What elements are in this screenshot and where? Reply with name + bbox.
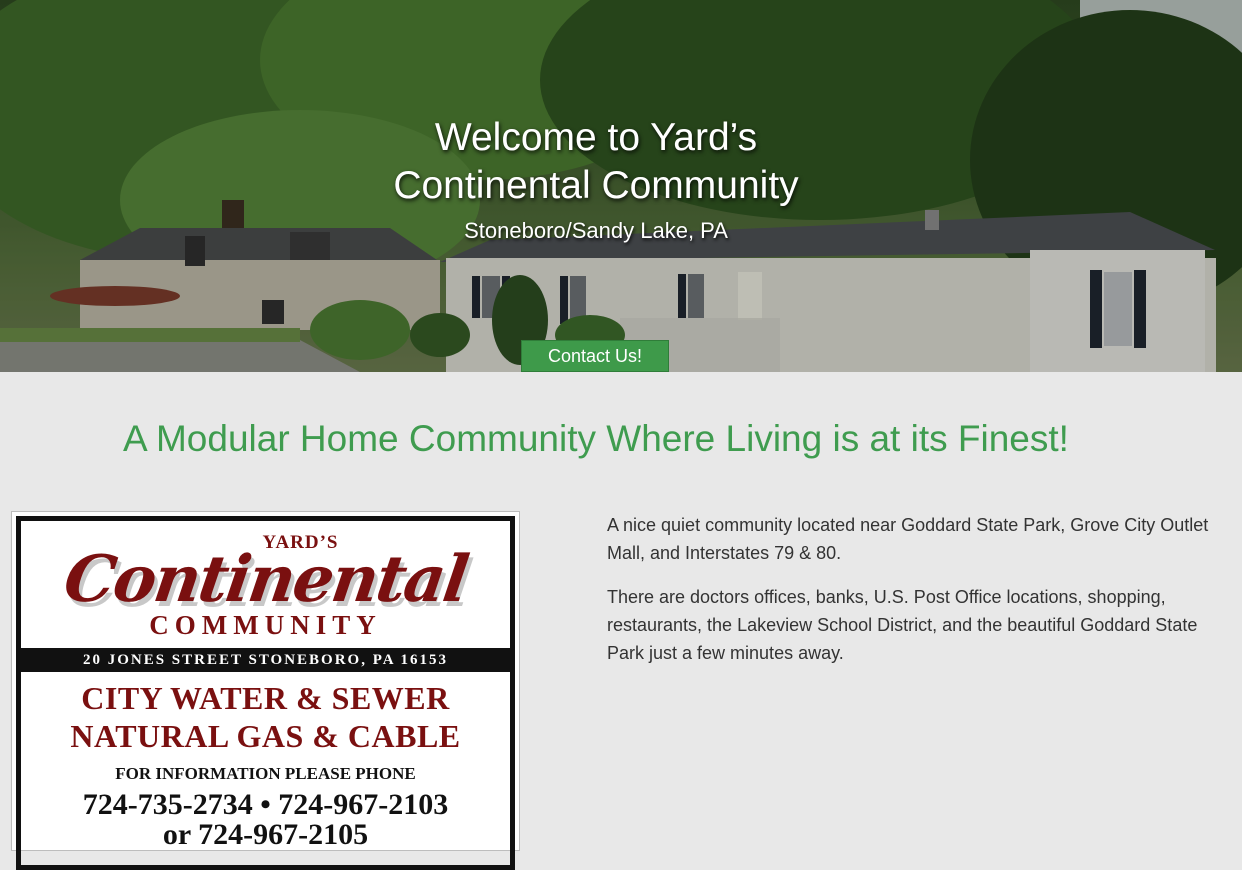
ad-continental-logo: Continental — [59, 542, 472, 617]
ad-utilities-line2: NATURAL GAS & CABLE — [70, 718, 461, 754]
hero-title: Welcome to Yard’s Continental Community — [0, 114, 1192, 210]
ad-address: 20 JONES STREET STONEBORO, PA 16153 — [21, 648, 510, 672]
contact-us-button[interactable]: Contact Us! — [521, 340, 669, 372]
community-ad-image: YARD’S Continental COMMUNITY 20 JONES ST… — [11, 511, 520, 870]
hero-banner: Welcome to Yard’s Continental Community … — [0, 0, 1242, 372]
ad-utilities-line1: CITY WATER & SEWER — [81, 680, 450, 716]
description-paragraph: A nice quiet community located near Godd… — [607, 515, 1209, 563]
description-paragraph: There are doctors offices, banks, U.S. P… — [607, 587, 1198, 663]
page-tagline: A Modular Home Community Where Living is… — [123, 418, 1069, 459]
hero-subtitle: Stoneboro/Sandy Lake, PA — [464, 218, 728, 243]
ad-community-text: COMMUNITY — [149, 610, 382, 640]
hero-title-line1: Welcome to Yard’s — [434, 116, 758, 159]
ad-info-text: FOR INFORMATION PLEASE PHONE — [115, 764, 416, 783]
ad-phone-number-alt: or 724-967-2105 — [162, 818, 369, 851]
community-description: A nice quiet community located near Godd… — [607, 511, 1239, 683]
hero-title-line2: Continental Community — [393, 164, 799, 207]
ad-phone-numbers: 724-735-2734 • 724-967-2103 — [82, 788, 449, 821]
